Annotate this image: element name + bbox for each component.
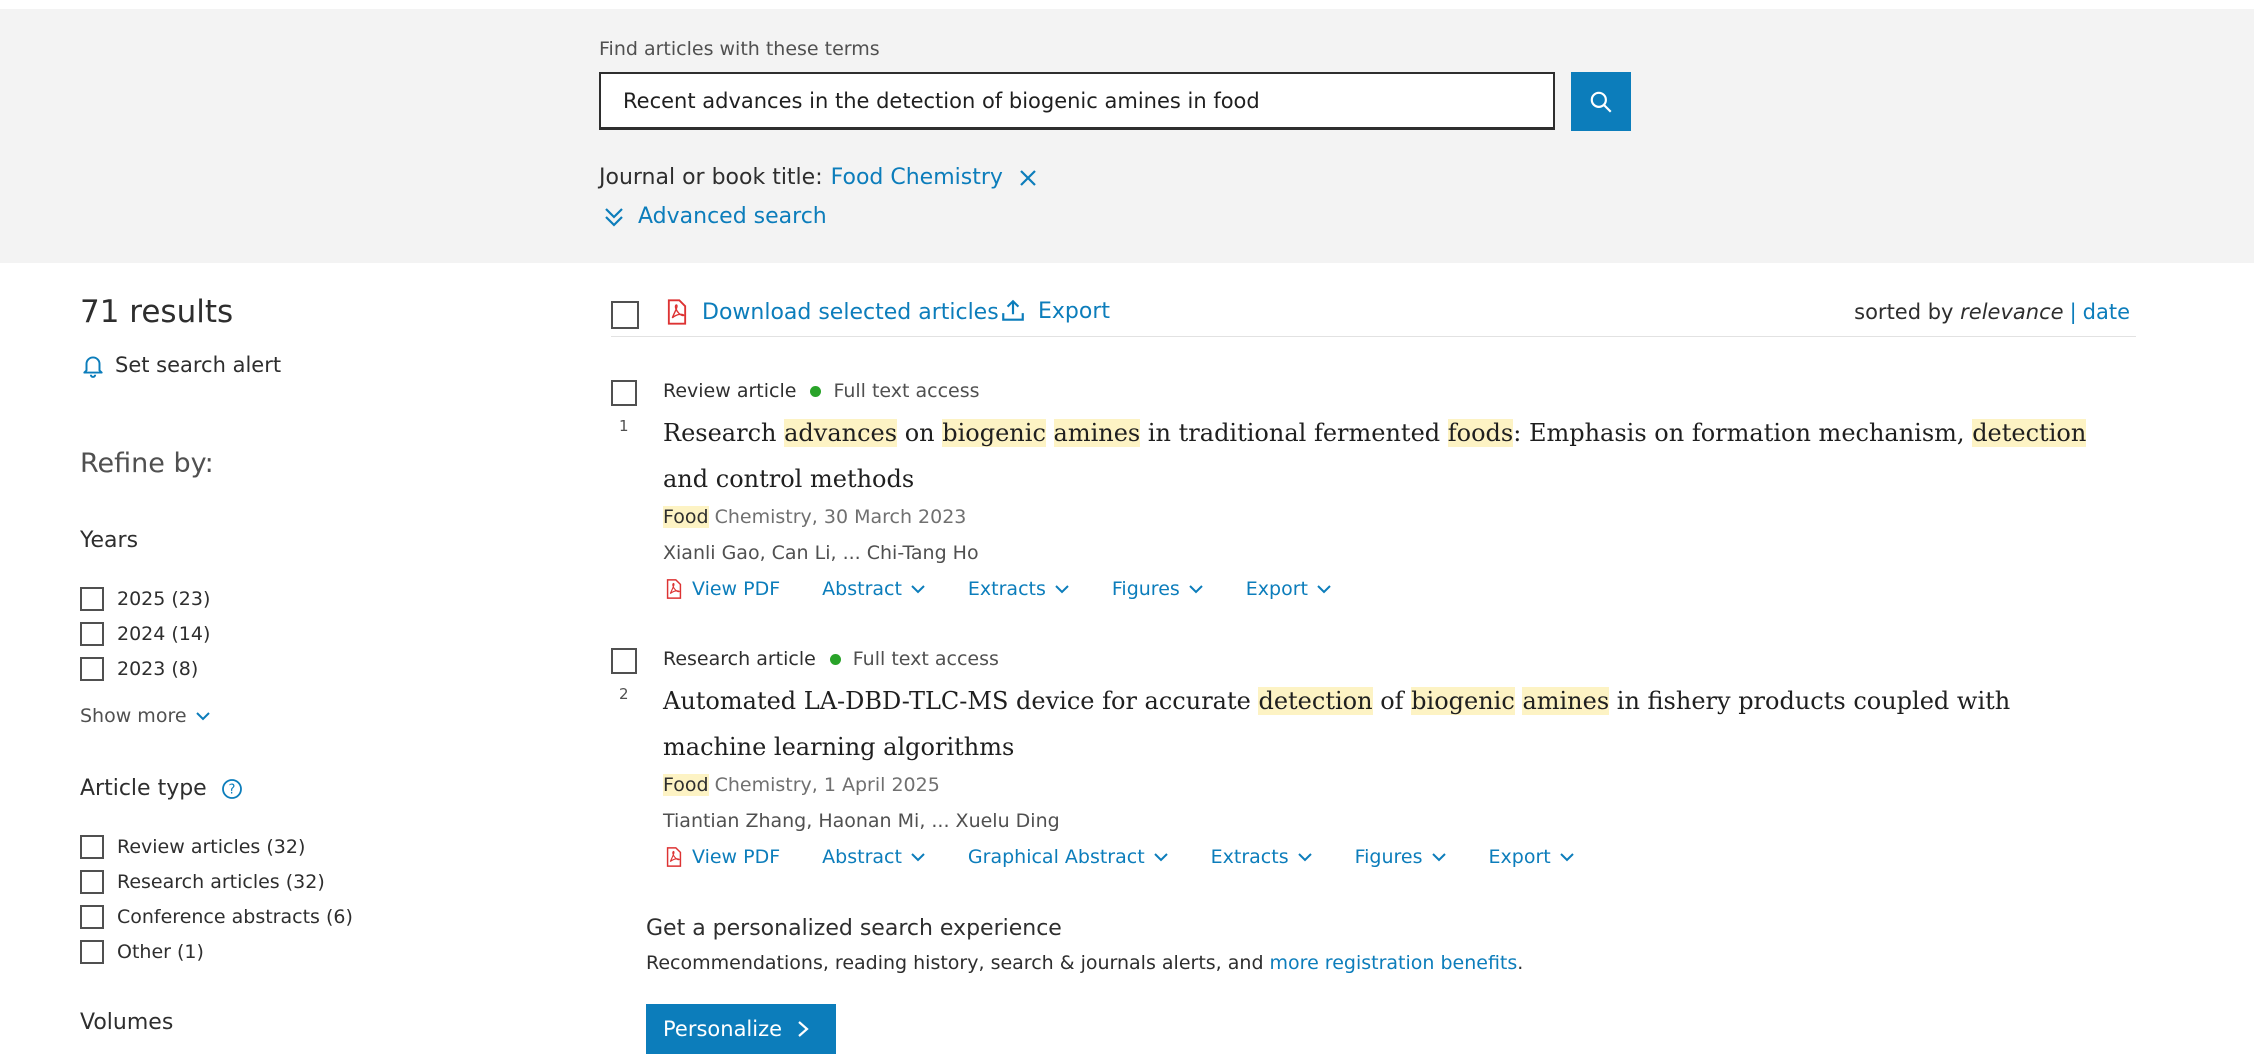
sort-control: sorted by relevance | date <box>1854 300 2130 324</box>
checkbox[interactable] <box>80 905 104 929</box>
journal-filter-value[interactable]: Food Chemistry <box>831 165 1003 190</box>
article-type-title: Article type <box>80 776 207 801</box>
bell-icon <box>83 356 103 378</box>
search-button[interactable] <box>1571 72 1631 131</box>
export-icon <box>1002 299 1024 321</box>
year-filter-2024[interactable]: 2024 (14) <box>80 622 210 646</box>
result-number: 1 <box>619 417 629 435</box>
chevron-down-icon <box>1189 585 1203 594</box>
sort-separator: | <box>2069 300 2077 324</box>
pdf-icon <box>666 579 682 599</box>
search-input[interactable] <box>599 72 1555 130</box>
result-meta: Research article Full text access <box>663 648 999 670</box>
chevron-down-icon <box>1317 585 1331 594</box>
registration-benefits-link[interactable]: more registration benefits <box>1270 952 1518 974</box>
chevron-down-icon <box>1560 853 1574 862</box>
extracts-toggle[interactable]: Extracts <box>968 578 1070 600</box>
set-search-alert-button[interactable]: Set search alert <box>80 352 281 378</box>
result-title-link[interactable]: Research advances on biogenic amines in … <box>663 410 2103 502</box>
year-filter-2025[interactable]: 2025 (23) <box>80 587 210 611</box>
graphical-abstract-toggle[interactable]: Graphical Abstract <box>968 846 1169 868</box>
result-title-link[interactable]: Automated LA-DBD-TLC-MS device for accur… <box>663 678 2103 770</box>
show-more-years-button[interactable]: Show more <box>80 705 211 727</box>
access-label: Full text access <box>833 380 980 402</box>
result-checkbox[interactable] <box>611 648 637 674</box>
result-source: Food Chemistry, 30 March 2023 <box>663 506 967 528</box>
journal-filter: Journal or book title: Food Chemistry <box>599 165 1037 190</box>
result-actions: View PDF Abstract Extracts Figures Expor… <box>663 578 1374 600</box>
export-toggle[interactable]: Export <box>1489 846 1575 868</box>
article-type: Review article <box>663 380 797 402</box>
chevron-down-icon <box>1055 585 1069 594</box>
personalize-title: Get a personalized search experience <box>646 916 1062 941</box>
sort-relevance: relevance <box>1960 300 2064 324</box>
checkbox[interactable] <box>80 657 104 681</box>
article-type-conference[interactable]: Conference abstracts (6) <box>80 905 353 929</box>
result-number: 2 <box>619 685 629 703</box>
chevron-down-icon <box>911 853 925 862</box>
volumes-facet-title: Volumes <box>80 1010 174 1035</box>
result-authors: Xianli Gao, Can Li, ... Chi-Tang Ho <box>663 542 979 564</box>
search-panel <box>0 9 2254 263</box>
advanced-search-toggle[interactable]: Advanced search <box>603 204 827 229</box>
access-dot <box>829 653 841 665</box>
article-type-review[interactable]: Review articles (32) <box>80 835 305 859</box>
personalize-button[interactable]: Personalize <box>646 1004 836 1054</box>
result-checkbox[interactable] <box>611 380 637 406</box>
sort-date-link[interactable]: date <box>2083 300 2130 324</box>
search-icon <box>1590 91 1612 113</box>
top-strip <box>0 0 2254 9</box>
view-pdf-link[interactable]: View PDF <box>663 578 780 600</box>
article-type-other[interactable]: Other (1) <box>80 940 204 964</box>
chevron-down-icon <box>1153 853 1168 862</box>
access-dot <box>810 385 822 397</box>
checkbox[interactable] <box>80 870 104 894</box>
export-toggle[interactable]: Export <box>1246 578 1332 600</box>
article-type: Research article <box>663 648 816 670</box>
figures-toggle[interactable]: Figures <box>1355 846 1447 868</box>
year-filter-2023[interactable]: 2023 (8) <box>80 657 198 681</box>
extracts-toggle[interactable]: Extracts <box>1211 846 1313 868</box>
access-label: Full text access <box>852 648 999 670</box>
chevron-down-icon <box>911 585 925 594</box>
find-articles-label: Find articles with these terms <box>599 38 880 60</box>
pdf-icon <box>667 299 687 325</box>
download-selected-button[interactable]: Download selected articles <box>663 298 999 326</box>
view-pdf-link[interactable]: View PDF <box>663 846 780 868</box>
journal-filter-label: Journal or book title: <box>599 165 823 190</box>
double-chevron-down-icon <box>605 207 623 227</box>
select-all-checkbox[interactable] <box>611 301 639 329</box>
article-type-facet-title: Article type ? <box>80 776 243 801</box>
checkbox[interactable] <box>80 587 104 611</box>
figures-toggle[interactable]: Figures <box>1112 578 1204 600</box>
checkbox[interactable] <box>80 835 104 859</box>
pdf-icon <box>666 847 682 867</box>
sorted-by-label: sorted by <box>1854 300 1954 324</box>
abstract-toggle[interactable]: Abstract <box>822 846 926 868</box>
divider <box>611 336 2136 337</box>
help-icon[interactable]: ? <box>221 778 243 800</box>
result-authors: Tiantian Zhang, Haonan Mi, ... Xuelu Din… <box>663 810 1060 832</box>
checkbox[interactable] <box>80 622 104 646</box>
checkbox[interactable] <box>80 940 104 964</box>
years-facet-title: Years <box>80 528 139 553</box>
refine-by-heading: Refine by: <box>80 448 214 479</box>
chevron-down-icon <box>1297 853 1312 862</box>
svg-text:?: ? <box>228 782 235 797</box>
chevron-down-icon <box>195 712 210 721</box>
abstract-toggle[interactable]: Abstract <box>822 578 926 600</box>
remove-filter-button[interactable] <box>1019 169 1037 187</box>
export-button[interactable]: Export <box>1000 298 1110 324</box>
result-source: Food Chemistry, 1 April 2025 <box>663 774 940 796</box>
result-meta: Review article Full text access <box>663 380 980 402</box>
results-count: 71 results <box>80 294 234 330</box>
personalize-text: Recommendations, reading history, search… <box>646 952 1524 974</box>
article-type-research[interactable]: Research articles (32) <box>80 870 325 894</box>
result-actions: View PDF Abstract Graphical Abstract Ext… <box>663 846 1617 868</box>
chevron-down-icon <box>1431 853 1446 862</box>
set-search-alert-label: Set search alert <box>115 353 282 377</box>
advanced-search-label: Advanced search <box>638 204 827 229</box>
chevron-right-icon <box>798 1021 809 1037</box>
close-icon <box>1020 169 1036 186</box>
